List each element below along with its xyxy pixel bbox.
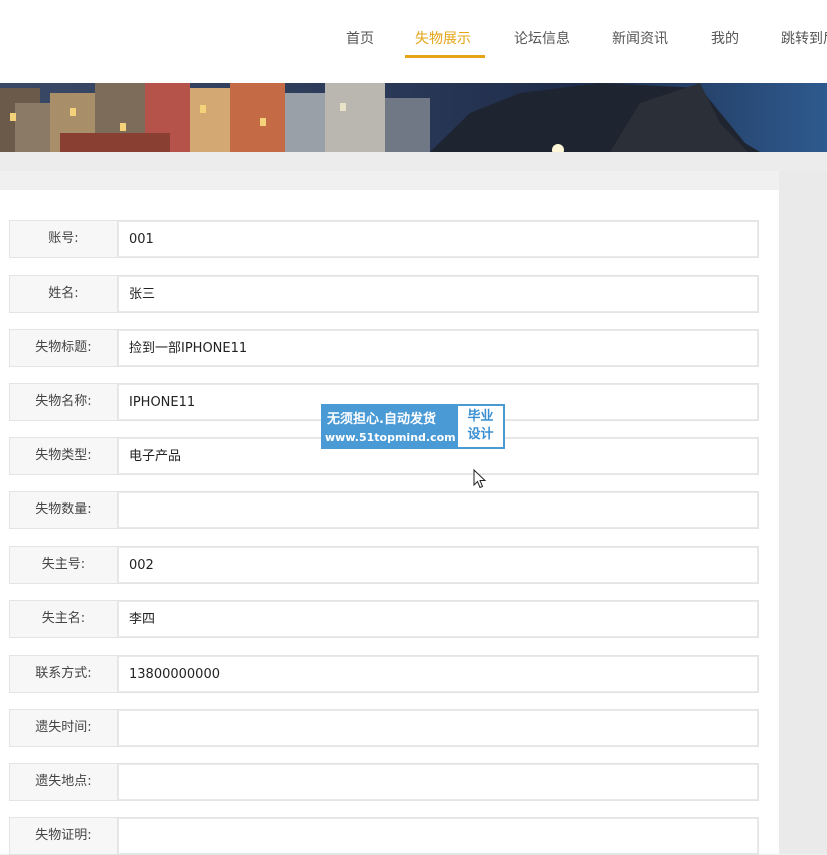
- field-value[interactable]: 13800000000: [118, 656, 758, 692]
- watermark-url: www.51topmind.com: [325, 431, 456, 444]
- watermark-slogan: 无须担心.自动发货: [327, 412, 436, 427]
- lost-item-detail-panel: 账号: 001 姓名: 张三 失物标题: 捡到一部IPHONE11 失物名称: …: [0, 190, 779, 855]
- field-label: 失主名:: [10, 601, 118, 637]
- field-owner-id: 失主号: 002: [9, 546, 759, 584]
- field-label: 失物证明:: [10, 818, 118, 854]
- banner-spacer: [0, 152, 827, 171]
- field-value[interactable]: 002: [118, 547, 758, 583]
- field-lost-time: 遗失时间:: [9, 709, 759, 747]
- nav-forum[interactable]: 论坛信息: [514, 24, 570, 54]
- nav-backend[interactable]: 跳转到后台: [781, 24, 827, 54]
- field-value[interactable]: [118, 818, 758, 854]
- field-label: 账号:: [10, 221, 118, 257]
- field-name: 姓名: 张三: [9, 275, 759, 313]
- field-label: 姓名:: [10, 276, 118, 312]
- field-label: 失物数量:: [10, 492, 118, 528]
- field-value[interactable]: 李四: [118, 601, 758, 637]
- field-label: 联系方式:: [10, 656, 118, 692]
- field-label: 遗失地点:: [10, 764, 118, 800]
- banner-image: [0, 83, 827, 152]
- watermark-logo-top: 毕业: [467, 409, 494, 424]
- field-account: 账号: 001: [9, 220, 759, 258]
- field-value[interactable]: [118, 710, 758, 746]
- watermark-badge: 无须担心.自动发货 www.51topmind.com 毕业 设计: [321, 404, 505, 449]
- field-lost-place: 遗失地点:: [9, 763, 759, 801]
- nav-home[interactable]: 首页: [346, 24, 374, 54]
- watermark-logo: 毕业 设计: [458, 406, 503, 447]
- field-value[interactable]: 001: [118, 221, 758, 257]
- watermark-text: 无须担心.自动发货 www.51topmind.com: [321, 404, 457, 449]
- field-contact: 联系方式: 13800000000: [9, 655, 759, 693]
- field-item-title: 失物标题: 捡到一部IPHONE11: [9, 329, 759, 367]
- field-value[interactable]: 捡到一部IPHONE11: [118, 330, 758, 366]
- field-label: 失物名称:: [10, 384, 118, 420]
- field-label: 遗失时间:: [10, 710, 118, 746]
- field-proof: 失物证明:: [9, 817, 759, 855]
- top-navigation: 首页 失物展示 论坛信息 新闻资讯 我的 跳转到后台: [0, 0, 827, 83]
- field-label: 失物标题:: [10, 330, 118, 366]
- field-label: 失物类型:: [10, 438, 118, 474]
- nav-news[interactable]: 新闻资讯: [612, 24, 668, 54]
- nav-lost-items[interactable]: 失物展示: [415, 24, 471, 54]
- field-value[interactable]: [118, 764, 758, 800]
- nav-mine[interactable]: 我的: [711, 24, 739, 54]
- field-label: 失主号:: [10, 547, 118, 583]
- field-item-quantity: 失物数量:: [9, 491, 759, 529]
- mouse-pointer-icon: [473, 468, 487, 493]
- active-nav-underline: [405, 55, 485, 58]
- field-value[interactable]: [118, 492, 758, 528]
- page-margin: [779, 171, 827, 854]
- field-value[interactable]: 张三: [118, 276, 758, 312]
- field-owner-name: 失主名: 李四: [9, 600, 759, 638]
- watermark-logo-bottom: 设计: [467, 427, 494, 442]
